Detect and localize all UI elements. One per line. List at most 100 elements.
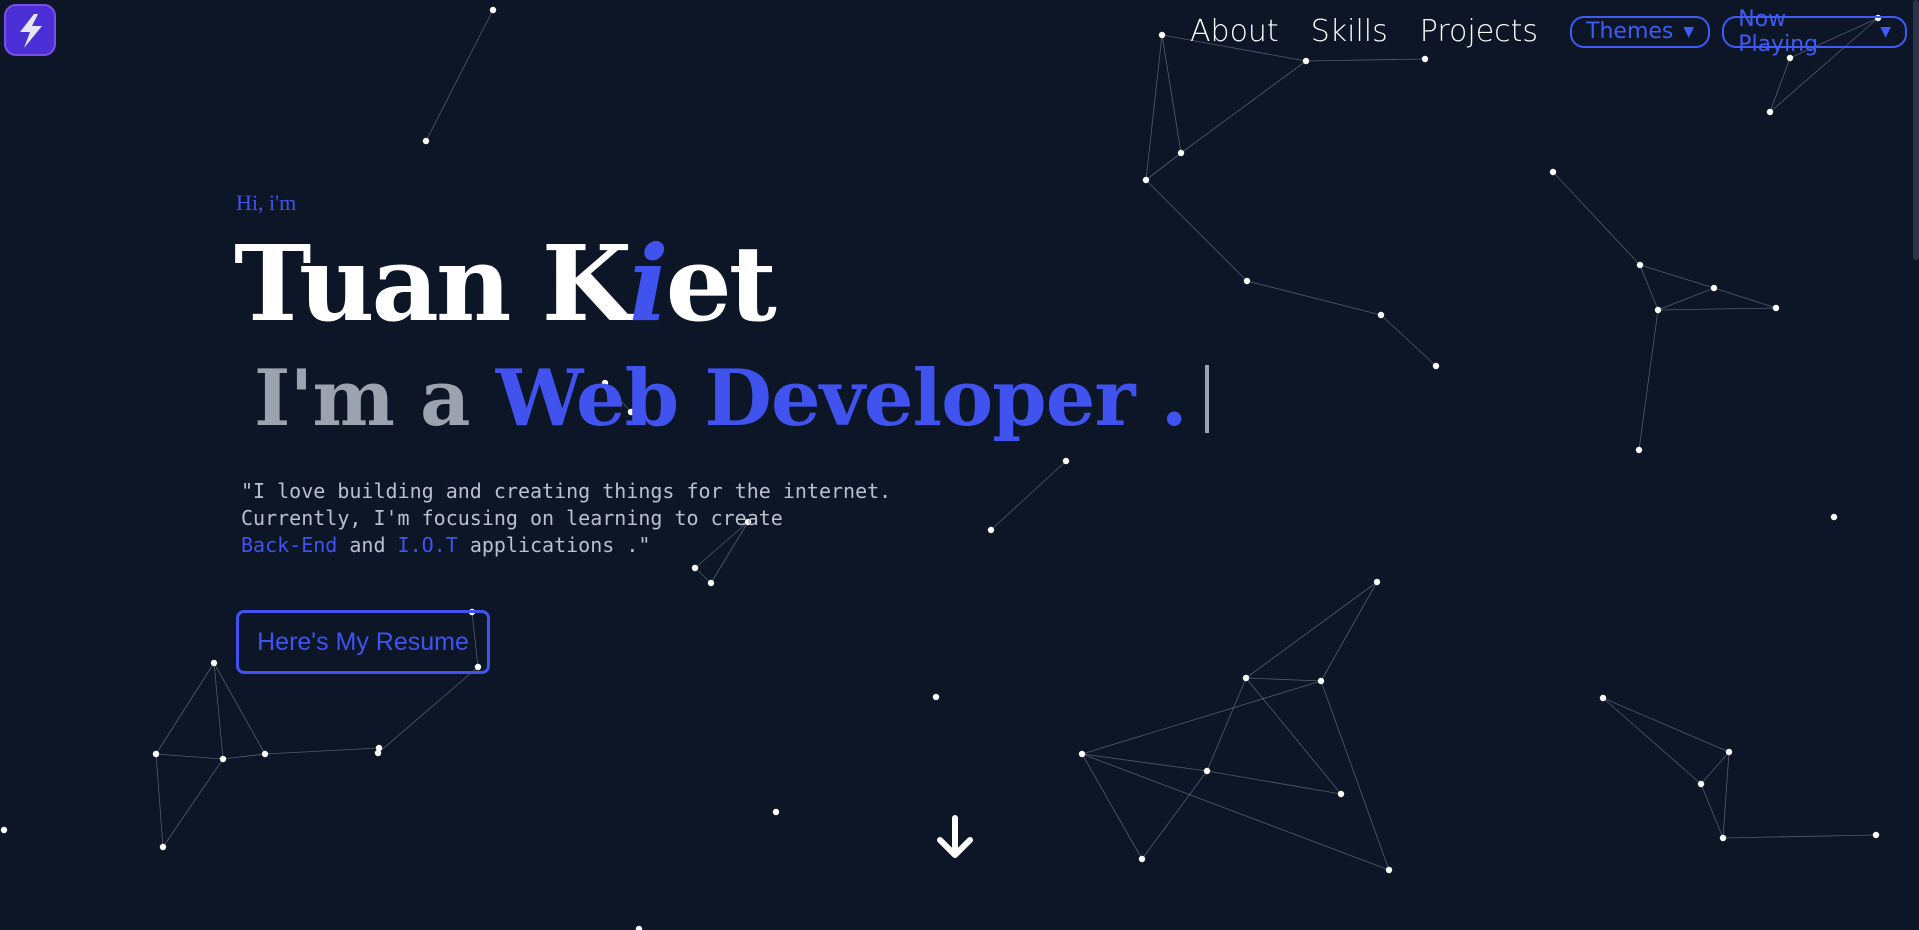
particle-link xyxy=(1081,753,1208,772)
particle-link xyxy=(1722,834,1877,839)
particle-dot xyxy=(422,137,430,145)
particle-link xyxy=(1145,34,1163,181)
particle-dot xyxy=(691,564,699,572)
particle-dot xyxy=(1337,790,1345,798)
caret-down-icon: ▼ xyxy=(1683,23,1695,40)
name-accent-letter: i xyxy=(629,222,668,345)
particle-link xyxy=(1639,264,1659,311)
nav-link-skills[interactable]: Skills xyxy=(1311,14,1388,49)
particle-dot xyxy=(772,808,780,816)
particle-link xyxy=(1081,753,1390,871)
bio-highlight-backend: Back-End xyxy=(241,533,338,557)
particle-dot xyxy=(1203,767,1211,775)
particle-dot xyxy=(932,693,940,701)
particle-dot xyxy=(1385,866,1393,874)
particle-link xyxy=(1639,264,1715,289)
particle-dot xyxy=(1549,168,1557,176)
name-part-1: Tuan K xyxy=(234,222,632,345)
now-playing-dropdown[interactable]: Now Playing ▼ xyxy=(1722,7,1907,57)
particle-dot xyxy=(1138,855,1146,863)
particle-link xyxy=(1700,783,1724,839)
particle-link xyxy=(1245,581,1378,679)
nav-link-projects[interactable]: Projects xyxy=(1420,14,1538,49)
particle-dot xyxy=(1654,306,1662,314)
page-scrollbar[interactable] xyxy=(1913,0,1919,260)
hero-name: Tuan Kiet xyxy=(234,232,777,336)
typing-cursor xyxy=(1204,365,1209,433)
particle-link xyxy=(1320,581,1378,682)
bio-and: and xyxy=(349,533,386,557)
particle-link xyxy=(1206,770,1342,795)
particle-link xyxy=(162,758,224,848)
particle-dot xyxy=(1830,513,1838,521)
particle-link xyxy=(1700,751,1730,785)
particle-dot xyxy=(1697,780,1705,788)
particle-dot xyxy=(1635,446,1643,454)
particle-link xyxy=(1713,287,1777,309)
particle-dot xyxy=(1772,304,1780,312)
particle-link xyxy=(425,9,494,142)
particle-link xyxy=(222,753,266,760)
particle-link xyxy=(1081,680,1322,755)
bio-line-2: Currently, I'm focusing on learning to c… xyxy=(241,506,783,530)
arrow-down-icon[interactable] xyxy=(930,812,980,862)
particle-link xyxy=(1305,58,1426,62)
particle-dot xyxy=(1142,176,1150,184)
particle-dot xyxy=(707,579,715,587)
particle-network-background xyxy=(0,6,1882,930)
now-playing-label: Now Playing xyxy=(1738,6,1819,57)
particle-dot xyxy=(159,843,167,851)
particle-link xyxy=(1145,152,1182,181)
particle-dot xyxy=(489,6,497,14)
particle-dot xyxy=(987,526,995,534)
particle-dot xyxy=(1158,31,1166,39)
resume-button[interactable]: Here's My Resume xyxy=(236,610,490,674)
particle-dot xyxy=(1078,750,1086,758)
particle-dot xyxy=(1317,677,1325,685)
particle-dot xyxy=(1302,57,1310,65)
particle-link xyxy=(990,460,1067,531)
particle-link xyxy=(1145,179,1248,282)
role-title: Web Developer . xyxy=(495,353,1188,444)
particle-link xyxy=(1380,314,1437,367)
particle-link xyxy=(1141,770,1208,860)
hero-greeting: Hi, i'm xyxy=(236,190,297,215)
bio-line-3: Back-End and I.O.T applications ." xyxy=(241,532,891,559)
particle-link xyxy=(1245,677,1342,795)
particle-dot xyxy=(1373,578,1381,586)
particle-dot xyxy=(219,755,227,763)
particle-link xyxy=(1161,34,1182,154)
particle-link xyxy=(1180,60,1307,154)
particle-link xyxy=(264,747,380,755)
particle-dot xyxy=(1421,55,1429,63)
nav-link-about[interactable]: About xyxy=(1190,14,1279,49)
particle-link xyxy=(1722,751,1730,839)
particle-dot xyxy=(1710,284,1718,292)
lightning-bolt-logo-icon xyxy=(20,14,42,48)
particle-link xyxy=(1245,677,1322,682)
particle-dot xyxy=(1766,108,1774,116)
site-logo[interactable] xyxy=(4,4,56,56)
top-navigation: About Skills Projects Themes ▼ Now Playi… xyxy=(1190,7,1919,57)
particle-link xyxy=(1206,677,1247,772)
particle-link xyxy=(1320,680,1390,871)
particle-dot xyxy=(1432,362,1440,370)
particle-link xyxy=(155,753,224,760)
particle-dot xyxy=(374,749,382,757)
particle-dot xyxy=(1599,694,1607,702)
hero-role-typewriter: I'm a Web Developer . xyxy=(254,360,1209,438)
particle-dot xyxy=(152,750,160,758)
bio-line-1: "I love building and creating things for… xyxy=(241,479,892,503)
themes-dropdown[interactable]: Themes ▼ xyxy=(1570,15,1711,48)
particle-dot xyxy=(261,750,269,758)
particle-dot xyxy=(1377,311,1385,319)
particle-link xyxy=(377,666,479,754)
caret-down-icon: ▼ xyxy=(1880,23,1891,40)
particle-dot xyxy=(1242,674,1250,682)
bio-end: applications ." xyxy=(469,533,651,557)
name-part-2: et xyxy=(665,222,777,345)
particle-dot xyxy=(1636,261,1644,269)
particle-dot xyxy=(635,925,643,930)
particle-dot xyxy=(1062,457,1070,465)
bio-highlight-iot: I.O.T xyxy=(397,533,458,557)
